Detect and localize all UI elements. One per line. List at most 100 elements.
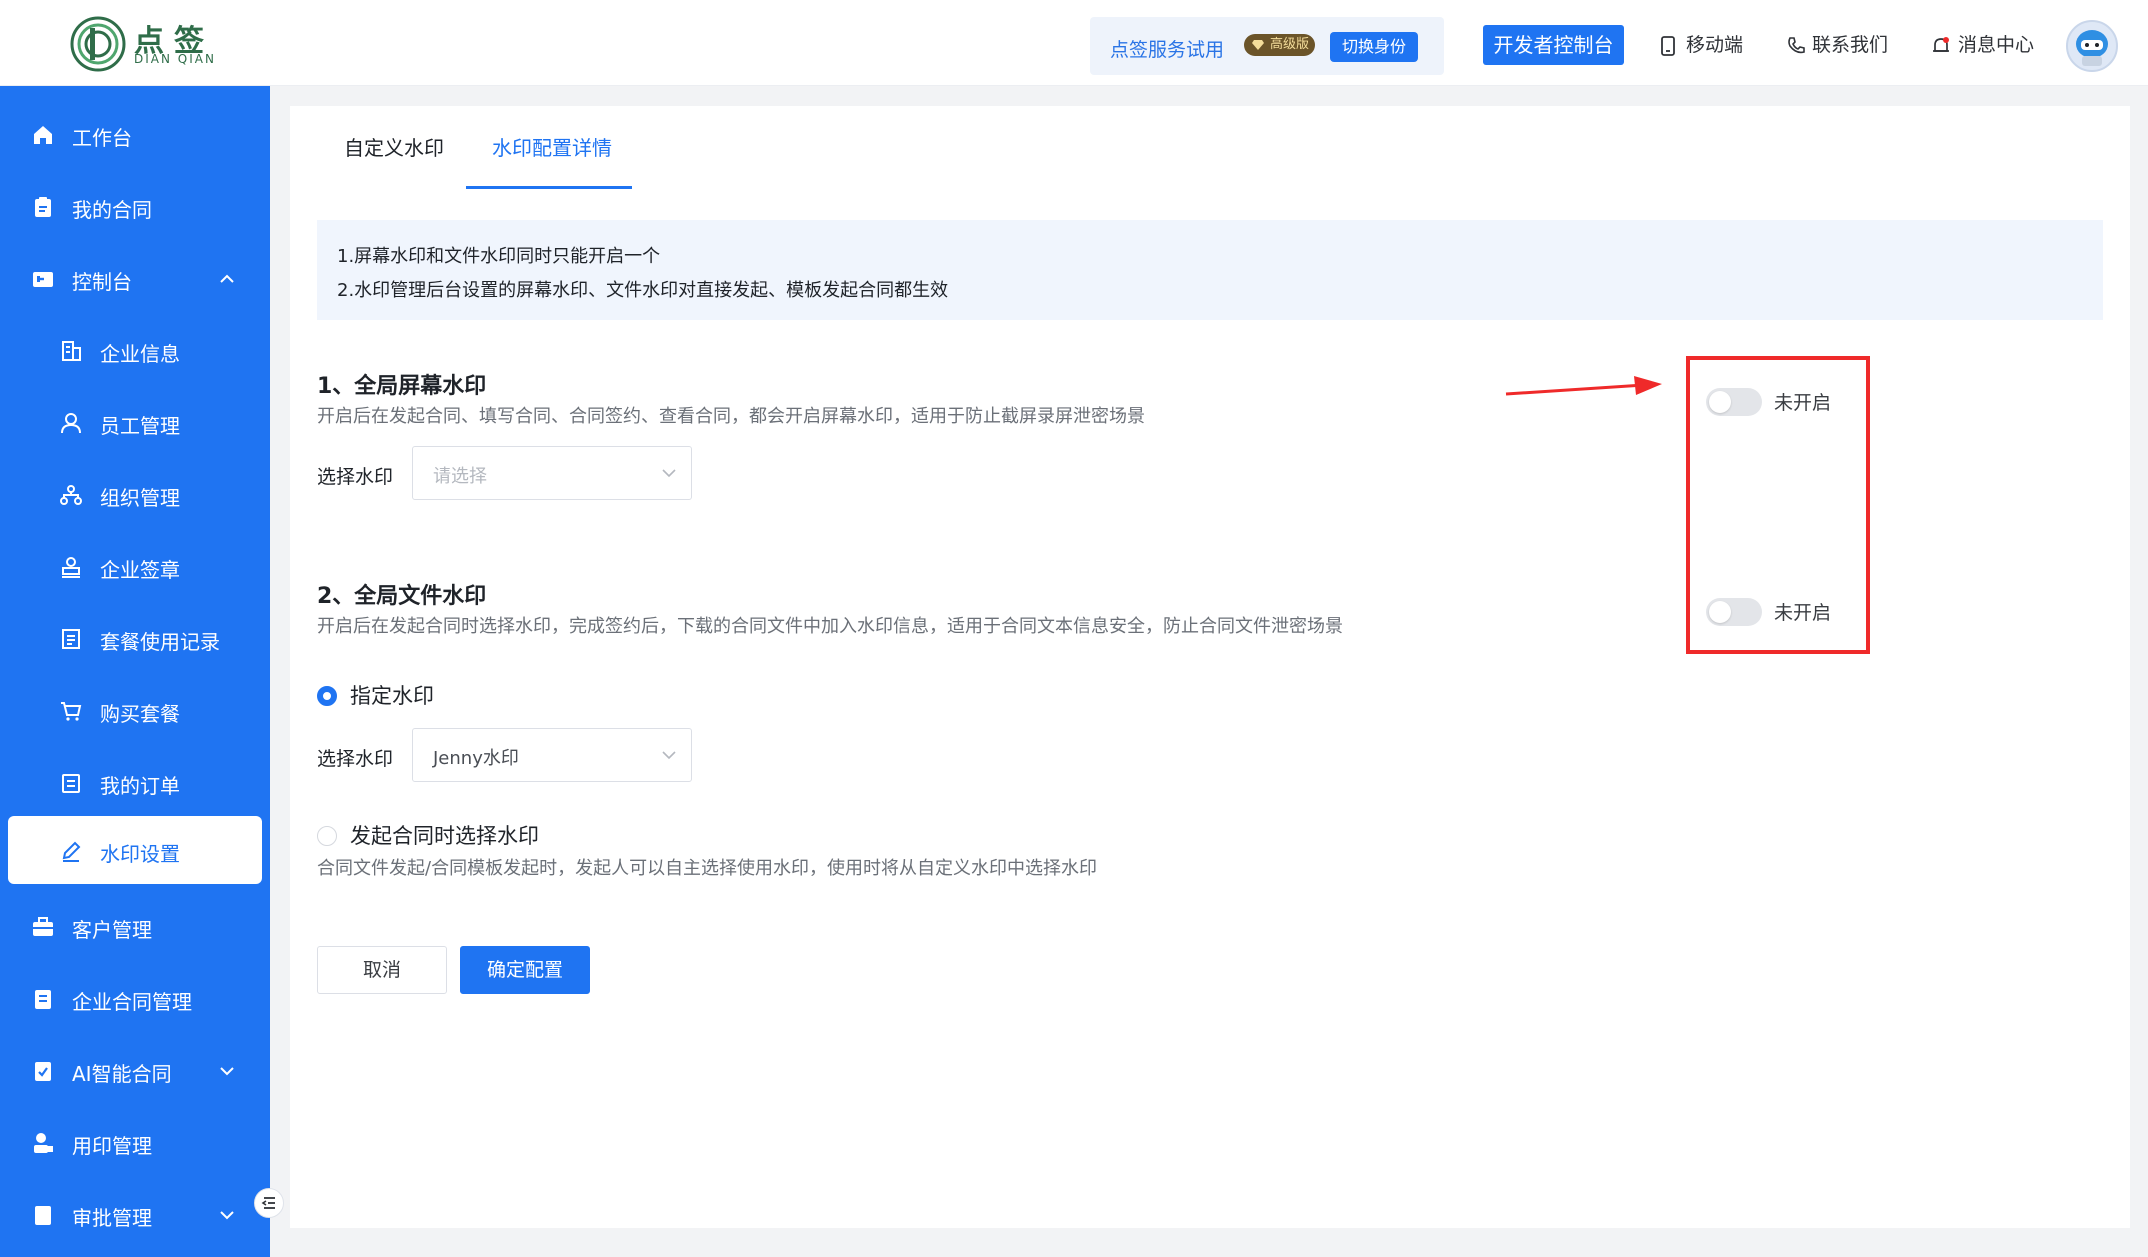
org-chart-icon <box>60 485 82 505</box>
collapse-menu-icon <box>261 1197 275 1209</box>
sidebar-item-my-orders[interactable]: 我的订单 <box>0 748 270 818</box>
sidebar-item-ai-contracts[interactable]: AI智能合同 <box>0 1036 270 1106</box>
sidebar-item-enterprise-contracts[interactable]: 企业合同管理 <box>0 964 270 1034</box>
sidebar-item-my-contracts[interactable]: 我的合同 <box>0 172 270 242</box>
list-icon <box>62 774 80 793</box>
brand-logo[interactable]: 点签 DIAN QIAN <box>68 14 228 74</box>
mobile-link-label: 移动端 <box>1686 34 1744 56</box>
mobile-icon <box>1661 36 1675 56</box>
home-icon <box>34 126 52 144</box>
switch-identity-button[interactable]: 切换身份 <box>1330 32 1419 62</box>
phone-icon <box>1788 37 1805 54</box>
chevron-down-icon <box>662 751 676 760</box>
console-icon <box>33 272 53 287</box>
sidebar-item-label: 组织管理 <box>100 486 180 510</box>
briefcase-icon <box>33 917 53 936</box>
annotation-arrow-icon <box>1505 376 1662 396</box>
radio-specify-watermark[interactable] <box>317 686 337 706</box>
radio-specify-watermark-label[interactable]: 指定水印 <box>350 680 434 710</box>
chevron-up-icon <box>220 274 234 283</box>
sidebar-item-label: 套餐使用记录 <box>100 630 220 654</box>
building-icon <box>62 341 81 361</box>
confirm-config-button[interactable]: 确定配置 <box>460 946 590 994</box>
notice-line-1: 1.屏幕水印和文件水印同时只能开启一个 <box>337 246 661 267</box>
sidebar-item-watermark-settings[interactable]: 水印设置 <box>8 816 262 884</box>
screen-watermark-select-label: 选择水印 <box>317 466 394 488</box>
top-header: 点签 DIAN QIAN 点签服务试用 高级版 切换身份 开发者控制台 移动端 … <box>0 0 2148 86</box>
main-content: 自定义水印 水印配置详情 1.屏幕水印和文件水印同时只能开启一个 2.水印管理后… <box>290 106 2130 1228</box>
screen-watermark-title: 1、全局屏幕水印 <box>317 374 487 399</box>
select-value: Jenny水印 <box>433 748 519 769</box>
sidebar-item-label: 员工管理 <box>100 414 180 438</box>
sidebar-item-seal[interactable]: 企业签章 <box>0 532 270 602</box>
screen-watermark-desc: 开启后在发起合同、填写合同、合同签约、查看合同，都会开启屏幕水印，适用于防止截屏… <box>317 406 1145 427</box>
sidebar-item-seal-usage[interactable]: 用印管理 <box>0 1108 270 1178</box>
chevron-down-icon <box>662 469 676 478</box>
cart-icon <box>61 702 82 721</box>
sidebar-item-org[interactable]: 组织管理 <box>0 460 270 530</box>
highlight-annotation-box <box>1686 356 1870 654</box>
chevron-down-icon <box>220 1211 234 1220</box>
sidebar-item-label: 工作台 <box>72 126 132 150</box>
user-icon <box>61 413 81 434</box>
chevron-down-icon <box>220 1067 234 1076</box>
seal-user-icon <box>34 1133 53 1153</box>
edition-badge-label: 高级版 <box>1270 37 1310 52</box>
sidebar-item-label: 企业信息 <box>100 342 180 366</box>
contract-icon <box>35 990 51 1009</box>
select-placeholder: 请选择 <box>433 466 487 487</box>
sidebar-item-staff[interactable]: 员工管理 <box>0 388 270 458</box>
sidebar-collapse-button[interactable] <box>254 1188 284 1218</box>
sidebar-item-label: 水印设置 <box>100 842 180 866</box>
sidebar-item-label: 我的合同 <box>72 198 152 222</box>
sidebar-item-label: 控制台 <box>72 270 132 294</box>
radio-choose-at-launch[interactable] <box>317 826 337 846</box>
user-avatar[interactable] <box>2066 20 2118 72</box>
sidebar-item-label: 企业签章 <box>100 558 180 582</box>
file-watermark-select[interactable]: Jenny水印 <box>412 728 692 782</box>
sidebar-item-company-info[interactable]: 企业信息 <box>0 316 270 386</box>
sidebar-item-label: 购买套餐 <box>100 702 180 726</box>
cancel-button[interactable]: 取消 <box>317 946 447 994</box>
contact-link-label: 联系我们 <box>1812 34 1889 56</box>
file-watermark-desc: 开启后在发起合同时选择水印，完成签约后，下载的合同文件中加入水印信息，适用于合同… <box>317 616 1343 637</box>
developer-console-button[interactable]: 开发者控制台 <box>1483 25 1624 65</box>
trial-panel: 点签服务试用 高级版 切换身份 <box>1090 17 1444 75</box>
sidebar-item-label: 我的订单 <box>100 774 180 798</box>
active-tab-indicator <box>466 186 632 189</box>
sidebar-item-workbench[interactable]: 工作台 <box>0 100 270 170</box>
sidebar-item-label: 企业合同管理 <box>72 990 192 1014</box>
sidebar-item-label: AI智能合同 <box>72 1062 172 1086</box>
sidebar-nav: 工作台 我的合同 控制台 企业信息 员工管理 组织管理 企业签章 套餐使用记录 … <box>0 86 270 1257</box>
checklist-icon <box>35 1062 51 1081</box>
approval-icon <box>35 1206 51 1225</box>
tab-custom-watermark[interactable]: 自定义水印 <box>344 132 444 161</box>
logo-text-en: DIAN QIAN <box>134 52 216 66</box>
document-icon <box>62 629 80 649</box>
radio-choose-at-launch-label[interactable]: 发起合同时选择水印 <box>350 820 539 850</box>
sidebar-item-approval[interactable]: 审批管理 <box>0 1180 270 1250</box>
diamond-icon <box>1252 40 1264 50</box>
file-watermark-select-label: 选择水印 <box>317 748 394 770</box>
sidebar-item-label: 审批管理 <box>72 1206 152 1230</box>
screen-watermark-select[interactable]: 请选择 <box>412 446 692 500</box>
notice-panel: 1.屏幕水印和文件水印同时只能开启一个 2.水印管理后台设置的屏幕水印、文件水印… <box>317 220 2103 320</box>
choose-at-launch-desc: 合同文件发起/合同模板发起时，发起人可以自主选择使用水印，使用时将从自定义水印中… <box>317 858 1098 879</box>
file-watermark-title: 2、全局文件水印 <box>317 584 487 609</box>
trial-service-link[interactable]: 点签服务试用 <box>1110 35 1224 62</box>
pen-icon <box>62 841 81 862</box>
logo-mark-icon <box>70 16 126 72</box>
tab-watermark-config[interactable]: 水印配置详情 <box>492 132 612 161</box>
bell-icon <box>1933 37 1949 52</box>
avatar-robot-icon <box>2076 30 2108 66</box>
sidebar-item-buy-plan[interactable]: 购买套餐 <box>0 676 270 746</box>
sidebar-item-label: 客户管理 <box>72 918 152 942</box>
messages-link-label: 消息中心 <box>1958 34 2035 56</box>
sidebar-item-label: 用印管理 <box>72 1134 152 1158</box>
clipboard-icon <box>35 197 51 217</box>
sidebar-item-usage-records[interactable]: 套餐使用记录 <box>0 604 270 674</box>
notice-line-2: 2.水印管理后台设置的屏幕水印、文件水印对直接发起、模板发起合同都生效 <box>337 280 949 301</box>
sidebar-item-customers[interactable]: 客户管理 <box>0 892 270 962</box>
stamp-icon <box>62 557 80 578</box>
sidebar-item-console[interactable]: 控制台 <box>0 244 270 314</box>
